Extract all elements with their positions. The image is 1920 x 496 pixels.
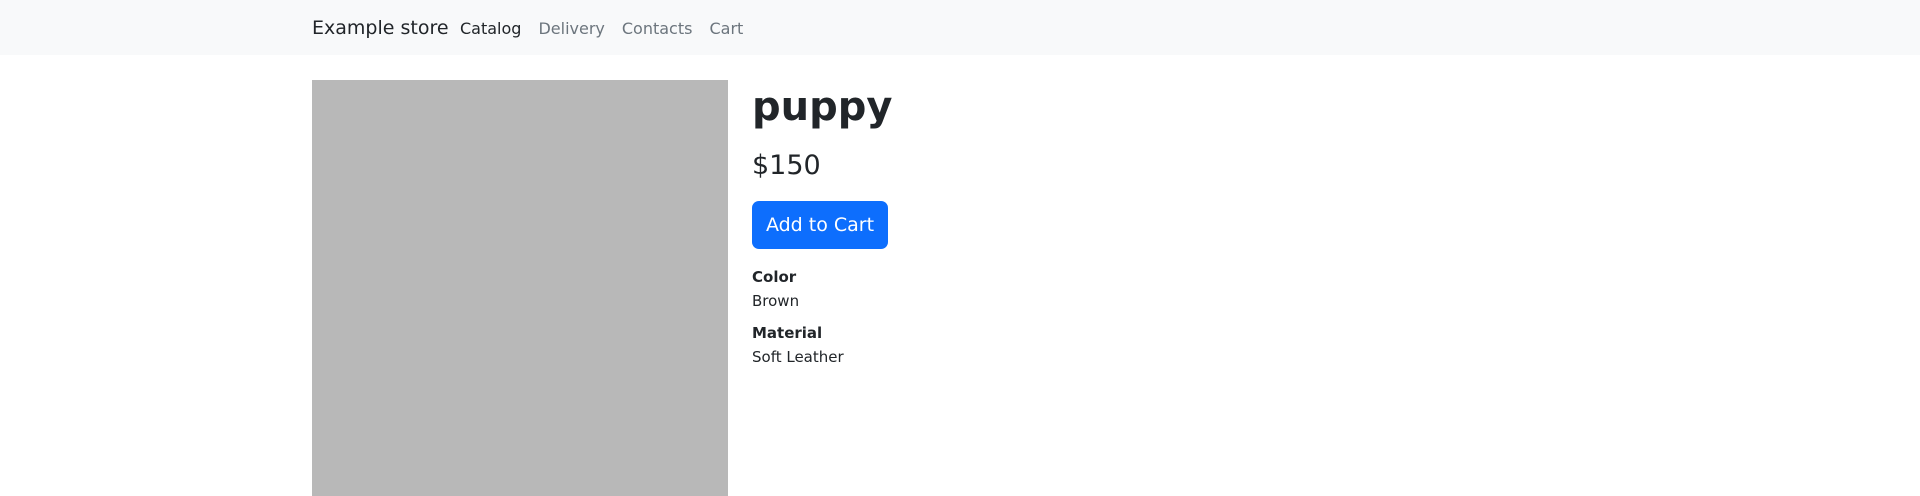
spec-material-value: Soft Leather [752, 348, 844, 366]
spec-color-value: Brown [752, 292, 800, 310]
spec-color-label: Color [752, 268, 797, 286]
product-price: $150 [752, 150, 821, 181]
nav-link-cart[interactable]: Cart [709, 19, 743, 39]
spec-color: Color Brown [752, 267, 1352, 311]
spec-material: Material Soft Leather [752, 323, 1352, 367]
spec-material-label: Material [752, 324, 823, 342]
main-navigation: Catalog Delivery Contacts Cart [460, 19, 743, 39]
brand-link[interactable]: Example store [312, 17, 449, 39]
navbar: Example store Catalog Delivery Contacts … [0, 0, 1920, 55]
nav-link-catalog[interactable]: Catalog [460, 19, 521, 39]
product-title: puppy [752, 84, 893, 130]
nav-link-delivery[interactable]: Delivery [538, 19, 604, 39]
product-image-placeholder [312, 80, 728, 496]
product-details: puppy $150 Add to Cart Color Brown Mater… [752, 80, 1352, 367]
nav-link-contacts[interactable]: Contacts [622, 19, 693, 39]
add-to-cart-button[interactable]: Add to Cart [752, 201, 888, 249]
